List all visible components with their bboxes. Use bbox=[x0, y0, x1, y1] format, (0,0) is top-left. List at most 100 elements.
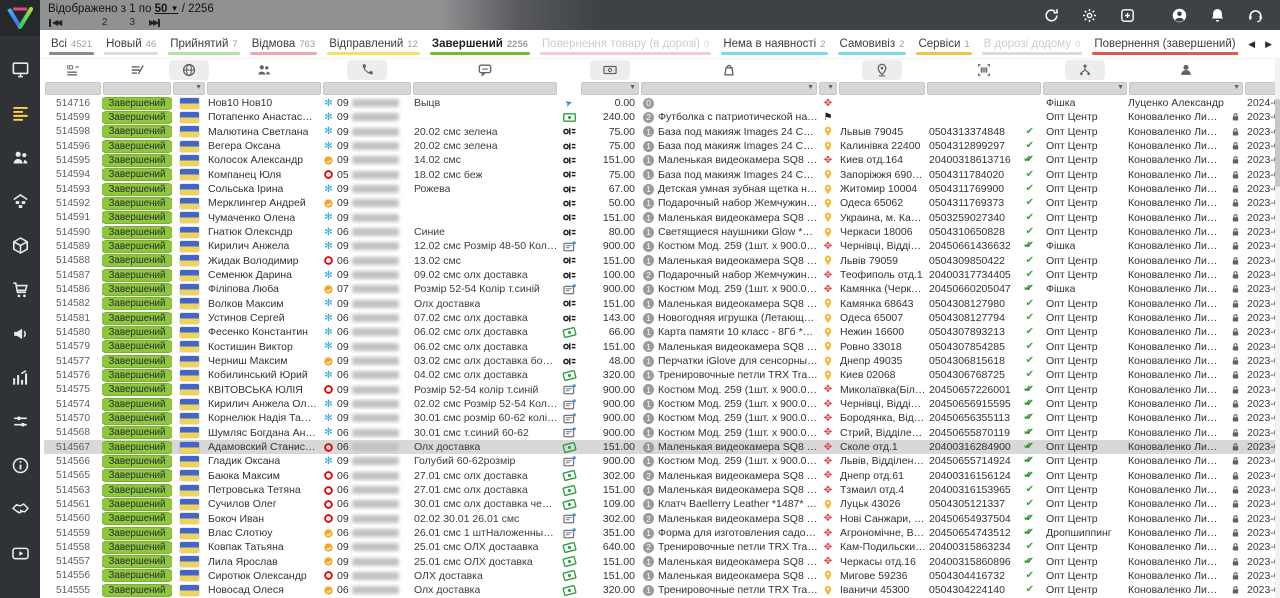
table-row[interactable]: 514558ЗавершенийКовпак Татьяна0925.01 см… bbox=[44, 540, 1280, 554]
table-row[interactable]: 514559ЗавершенийВлас Слотюу0626.01 смс 1… bbox=[44, 526, 1280, 540]
filter-comment-input[interactable] bbox=[413, 82, 557, 95]
filter-price-input[interactable]: ▼ bbox=[581, 82, 639, 95]
settings-button[interactable] bbox=[1081, 7, 1098, 24]
filter-client-input[interactable] bbox=[207, 82, 321, 95]
column-header-city[interactable] bbox=[838, 59, 926, 81]
table-row[interactable]: 514566ЗавершенийГладик Оксана✻09Голубий … bbox=[44, 454, 1280, 468]
column-header-id[interactable]: ID bbox=[44, 59, 102, 81]
table-row[interactable]: 514599ЗавершенийПотапенко Анастас…✻09240… bbox=[44, 110, 1280, 124]
table-row[interactable]: 514565ЗавершенийБаюка Максим0627.01 смс … bbox=[44, 469, 1280, 483]
table-row[interactable]: 514716ЗавершенийНов10 Нов10✻09Выцв➤0.000… bbox=[44, 96, 1280, 110]
tab-8[interactable]: Нема в наявності2 bbox=[716, 30, 832, 58]
table-row[interactable]: 514579ЗавершенийКостишин Виктор✻0906.02 … bbox=[44, 340, 1280, 354]
page-2-button[interactable]: 2 bbox=[102, 17, 108, 28]
reports-icon[interactable] bbox=[11, 368, 30, 387]
filter-city-input[interactable] bbox=[839, 82, 925, 95]
tab-9[interactable]: Самовивіз2 bbox=[833, 30, 912, 58]
table-row[interactable]: 514570ЗавершенийКорнелюк Надія Та…✻0930.… bbox=[44, 411, 1280, 425]
filter-country-input[interactable]: ▼ bbox=[173, 82, 205, 95]
column-header-manager[interactable] bbox=[1128, 59, 1244, 81]
filter-status-input[interactable] bbox=[103, 82, 171, 95]
table-row[interactable]: 514581ЗавершенийУстинов Сергей✻0607.02 с… bbox=[44, 311, 1280, 325]
filter-ttn-input[interactable] bbox=[927, 82, 1041, 95]
table-row[interactable]: 514588ЗавершенийЖидак Володимир0613.02 с… bbox=[44, 254, 1280, 268]
column-header-pay[interactable] bbox=[558, 59, 580, 81]
settings-sliders-icon[interactable] bbox=[11, 412, 30, 431]
table-row[interactable]: 514555ЗавершенийНовосад Олеся06Олх доста… bbox=[44, 583, 1280, 597]
filter-phone-input[interactable] bbox=[323, 82, 411, 95]
filter-date-input[interactable] bbox=[1245, 82, 1279, 95]
table-row[interactable]: 514577ЗавершенийЧерниш Максим0903.02 смс… bbox=[44, 354, 1280, 368]
table-row[interactable]: 514563ЗавершенийПетровська Тетяна0627.01… bbox=[44, 483, 1280, 497]
tab-3[interactable]: Прийнятий7 bbox=[163, 30, 245, 58]
table-row[interactable]: 514595ЗавершенийКолосок Александр0914.02… bbox=[44, 153, 1280, 167]
account-button[interactable] bbox=[1171, 7, 1188, 24]
filter-fulfillment-input[interactable]: ▼ bbox=[1043, 82, 1127, 95]
table-row[interactable]: 514560ЗавершенийБокоч Иван0902.02 30.01 … bbox=[44, 512, 1280, 526]
scrollbar-thumb[interactable] bbox=[1275, 99, 1280, 187]
warehouse-icon[interactable] bbox=[11, 192, 30, 211]
table-row[interactable]: 514592ЗавершенийМерклингер Андрей0950.00… bbox=[44, 196, 1280, 210]
table-row[interactable]: 514587ЗавершенийСеменюк Дарина✻0909.02 с… bbox=[44, 268, 1280, 282]
info-icon[interactable] bbox=[11, 456, 30, 475]
table-row[interactable]: 514598ЗавершенийМалютина Светлана✻0920.0… bbox=[44, 125, 1280, 139]
table-row[interactable]: 514574ЗавершенийКирилич Анжела Ол…✻0902.… bbox=[44, 397, 1280, 411]
table-row[interactable]: 514575ЗавершенийКВІТОВСЬКА ЮЛІЯ09Розмір … bbox=[44, 383, 1280, 397]
column-header-ttn[interactable] bbox=[926, 59, 1042, 81]
table-row[interactable]: 514589ЗавершенийКирилич Анжела✻0912.02 с… bbox=[44, 239, 1280, 253]
page-size-dropdown[interactable]: 50 ▼ bbox=[155, 3, 179, 15]
filter-product-input[interactable]: ▼ bbox=[641, 82, 817, 95]
table-row[interactable]: 514594ЗавершенийКомпанец Юля0518.02 смс … bbox=[44, 168, 1280, 182]
column-header-client[interactable] bbox=[206, 59, 322, 81]
tab-2[interactable]: Новый46 bbox=[99, 30, 163, 58]
dashboard-icon[interactable] bbox=[11, 60, 30, 79]
table-row[interactable]: 514596ЗавершенийВегера Оксана✻0920.02 см… bbox=[44, 139, 1280, 153]
column-header-fulfillment[interactable] bbox=[1042, 59, 1128, 81]
column-header-carrier[interactable] bbox=[818, 59, 838, 81]
table-row[interactable]: 514591ЗавершенийЧумаченко Олена✻09151.00… bbox=[44, 211, 1280, 225]
filter-manager-input[interactable]: ▼ bbox=[1129, 82, 1243, 95]
table-row[interactable]: 514567ЗавершенийАдамовский Станис…06Олх … bbox=[44, 440, 1280, 454]
table-row[interactable]: 514556ЗавершенийСиротюк Олександр09ОЛХ д… bbox=[44, 569, 1280, 583]
filter-carrier-input[interactable]: ▼ bbox=[819, 82, 837, 95]
clients-icon[interactable] bbox=[11, 148, 30, 167]
last-page-button[interactable]: ▶▶ bbox=[149, 18, 161, 27]
tab-4[interactable]: Відмова763 bbox=[245, 30, 322, 58]
column-header-comment[interactable] bbox=[412, 59, 558, 81]
column-header-country[interactable] bbox=[172, 59, 206, 81]
table-row[interactable]: 514561ЗавершенийСучилов Олег0630.01 смс … bbox=[44, 497, 1280, 511]
column-header-price[interactable] bbox=[580, 59, 640, 81]
products-icon[interactable] bbox=[11, 236, 30, 255]
tab-1[interactable]: Всі4521 bbox=[44, 30, 99, 58]
page-1-button[interactable]: 1 bbox=[74, 17, 80, 28]
add-order-button[interactable] bbox=[1119, 7, 1136, 24]
app-logo[interactable] bbox=[0, 0, 40, 36]
table-row[interactable]: 514582ЗавершенийВолков Максим✻09Олх дост… bbox=[44, 297, 1280, 311]
tab-11[interactable]: В дорозі додому0 bbox=[977, 30, 1088, 58]
table-row[interactable]: 514590ЗавершенийГнатюк Олексндр✻06Синие8… bbox=[44, 225, 1280, 239]
first-page-button[interactable]: ◀◀ bbox=[48, 18, 60, 27]
marketing-icon[interactable] bbox=[11, 324, 30, 343]
tab-7[interactable]: Повернення товару (в дорозі)0 bbox=[535, 30, 716, 58]
table-row[interactable]: 514580ЗавершенийФесенко Константин✻0606.… bbox=[44, 325, 1280, 339]
table-row[interactable]: 514586ЗавершенийФіліпова Люба07Розмір 52… bbox=[44, 282, 1280, 296]
table-row[interactable]: 514576ЗавершенийКобилинський Юрий✻0604.0… bbox=[44, 368, 1280, 382]
table-row[interactable]: 514557ЗавершенийЛила Ярослав0925.01 смс … bbox=[44, 555, 1280, 569]
notifications-button[interactable] bbox=[1209, 7, 1226, 24]
column-header-product[interactable] bbox=[640, 59, 818, 81]
page-3-button[interactable]: 3 bbox=[129, 17, 135, 28]
tab-6[interactable]: Завершений2256 bbox=[425, 30, 535, 58]
column-header-status[interactable] bbox=[102, 59, 172, 81]
tabs-scroll-left[interactable]: ◀ bbox=[1248, 39, 1255, 50]
tutorials-icon[interactable] bbox=[11, 544, 30, 563]
vertical-scrollbar[interactable] bbox=[1275, 59, 1280, 598]
partners-icon[interactable] bbox=[11, 500, 30, 519]
tab-10[interactable]: Сервіси1 bbox=[911, 30, 976, 58]
table-row[interactable]: 514568ЗавершенийШумляс Богдана Ан…✻0630.… bbox=[44, 426, 1280, 440]
refresh-button[interactable] bbox=[1043, 7, 1060, 24]
tabs-scroll-right[interactable]: ▶ bbox=[1265, 39, 1272, 50]
procurement-icon[interactable] bbox=[11, 280, 30, 299]
column-header-phone[interactable] bbox=[322, 59, 412, 81]
tab-12[interactable]: Повернення (завершений)125 bbox=[1087, 30, 1259, 58]
tab-5[interactable]: Відправлений12 bbox=[322, 30, 425, 58]
